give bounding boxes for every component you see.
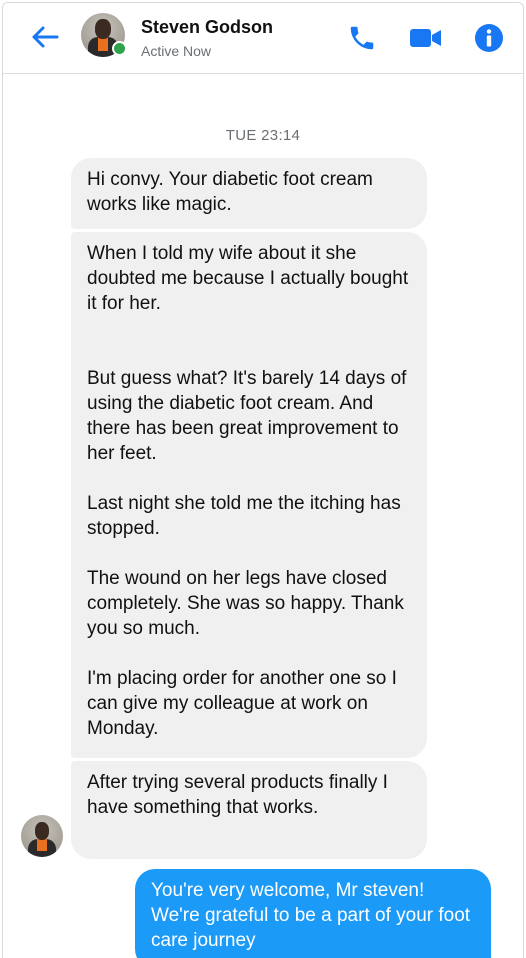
online-status-dot bbox=[112, 41, 127, 56]
video-camera-icon bbox=[410, 29, 441, 47]
call-button[interactable] bbox=[345, 21, 379, 55]
avatar-figure-head bbox=[95, 19, 111, 39]
info-icon bbox=[475, 24, 503, 52]
contact-name[interactable]: Steven Godson bbox=[141, 17, 273, 38]
info-button[interactable] bbox=[472, 21, 506, 55]
message-text: The wound on her legs have closed comple… bbox=[87, 568, 404, 639]
chat-window: Steven Godson Active Now TUE 23:14 Hi co… bbox=[2, 2, 524, 958]
phone-icon bbox=[350, 26, 374, 50]
outgoing-message[interactable]: You're very welcome, Mr steven! We're gr… bbox=[135, 869, 491, 958]
avatar-figure-collar bbox=[37, 839, 47, 851]
contact-avatar[interactable] bbox=[81, 13, 127, 59]
back-button[interactable] bbox=[29, 21, 61, 53]
active-status: Active Now bbox=[141, 43, 212, 59]
incoming-message[interactable]: When I told my wife about it she doubted… bbox=[71, 232, 427, 758]
avatar-figure-collar bbox=[98, 37, 108, 51]
chat-header: Steven Godson Active Now bbox=[3, 3, 523, 74]
message-text: When I told my wife about it she doubted… bbox=[87, 243, 409, 314]
incoming-message[interactable]: After trying several products finally I … bbox=[71, 761, 427, 859]
avatar-figure-head bbox=[35, 822, 49, 840]
arrow-left-icon bbox=[32, 26, 59, 48]
incoming-message[interactable]: Hi convy. Your diabetic foot cream works… bbox=[71, 158, 427, 229]
message-text: Last night she told me the itching has s… bbox=[87, 493, 401, 539]
message-text: I'm placing order for another one so I c… bbox=[87, 668, 397, 739]
message-text: You're very welcome, Mr steven! We're gr… bbox=[151, 880, 471, 951]
message-text: But guess what? It's barely 14 days of u… bbox=[87, 368, 407, 464]
sender-avatar[interactable] bbox=[21, 815, 63, 857]
video-call-button[interactable] bbox=[409, 21, 443, 55]
message-text: After trying several products finally I … bbox=[87, 772, 388, 818]
message-timestamp: TUE 23:14 bbox=[225, 127, 301, 144]
message-text: Hi convy. Your diabetic foot cream works… bbox=[87, 169, 373, 215]
